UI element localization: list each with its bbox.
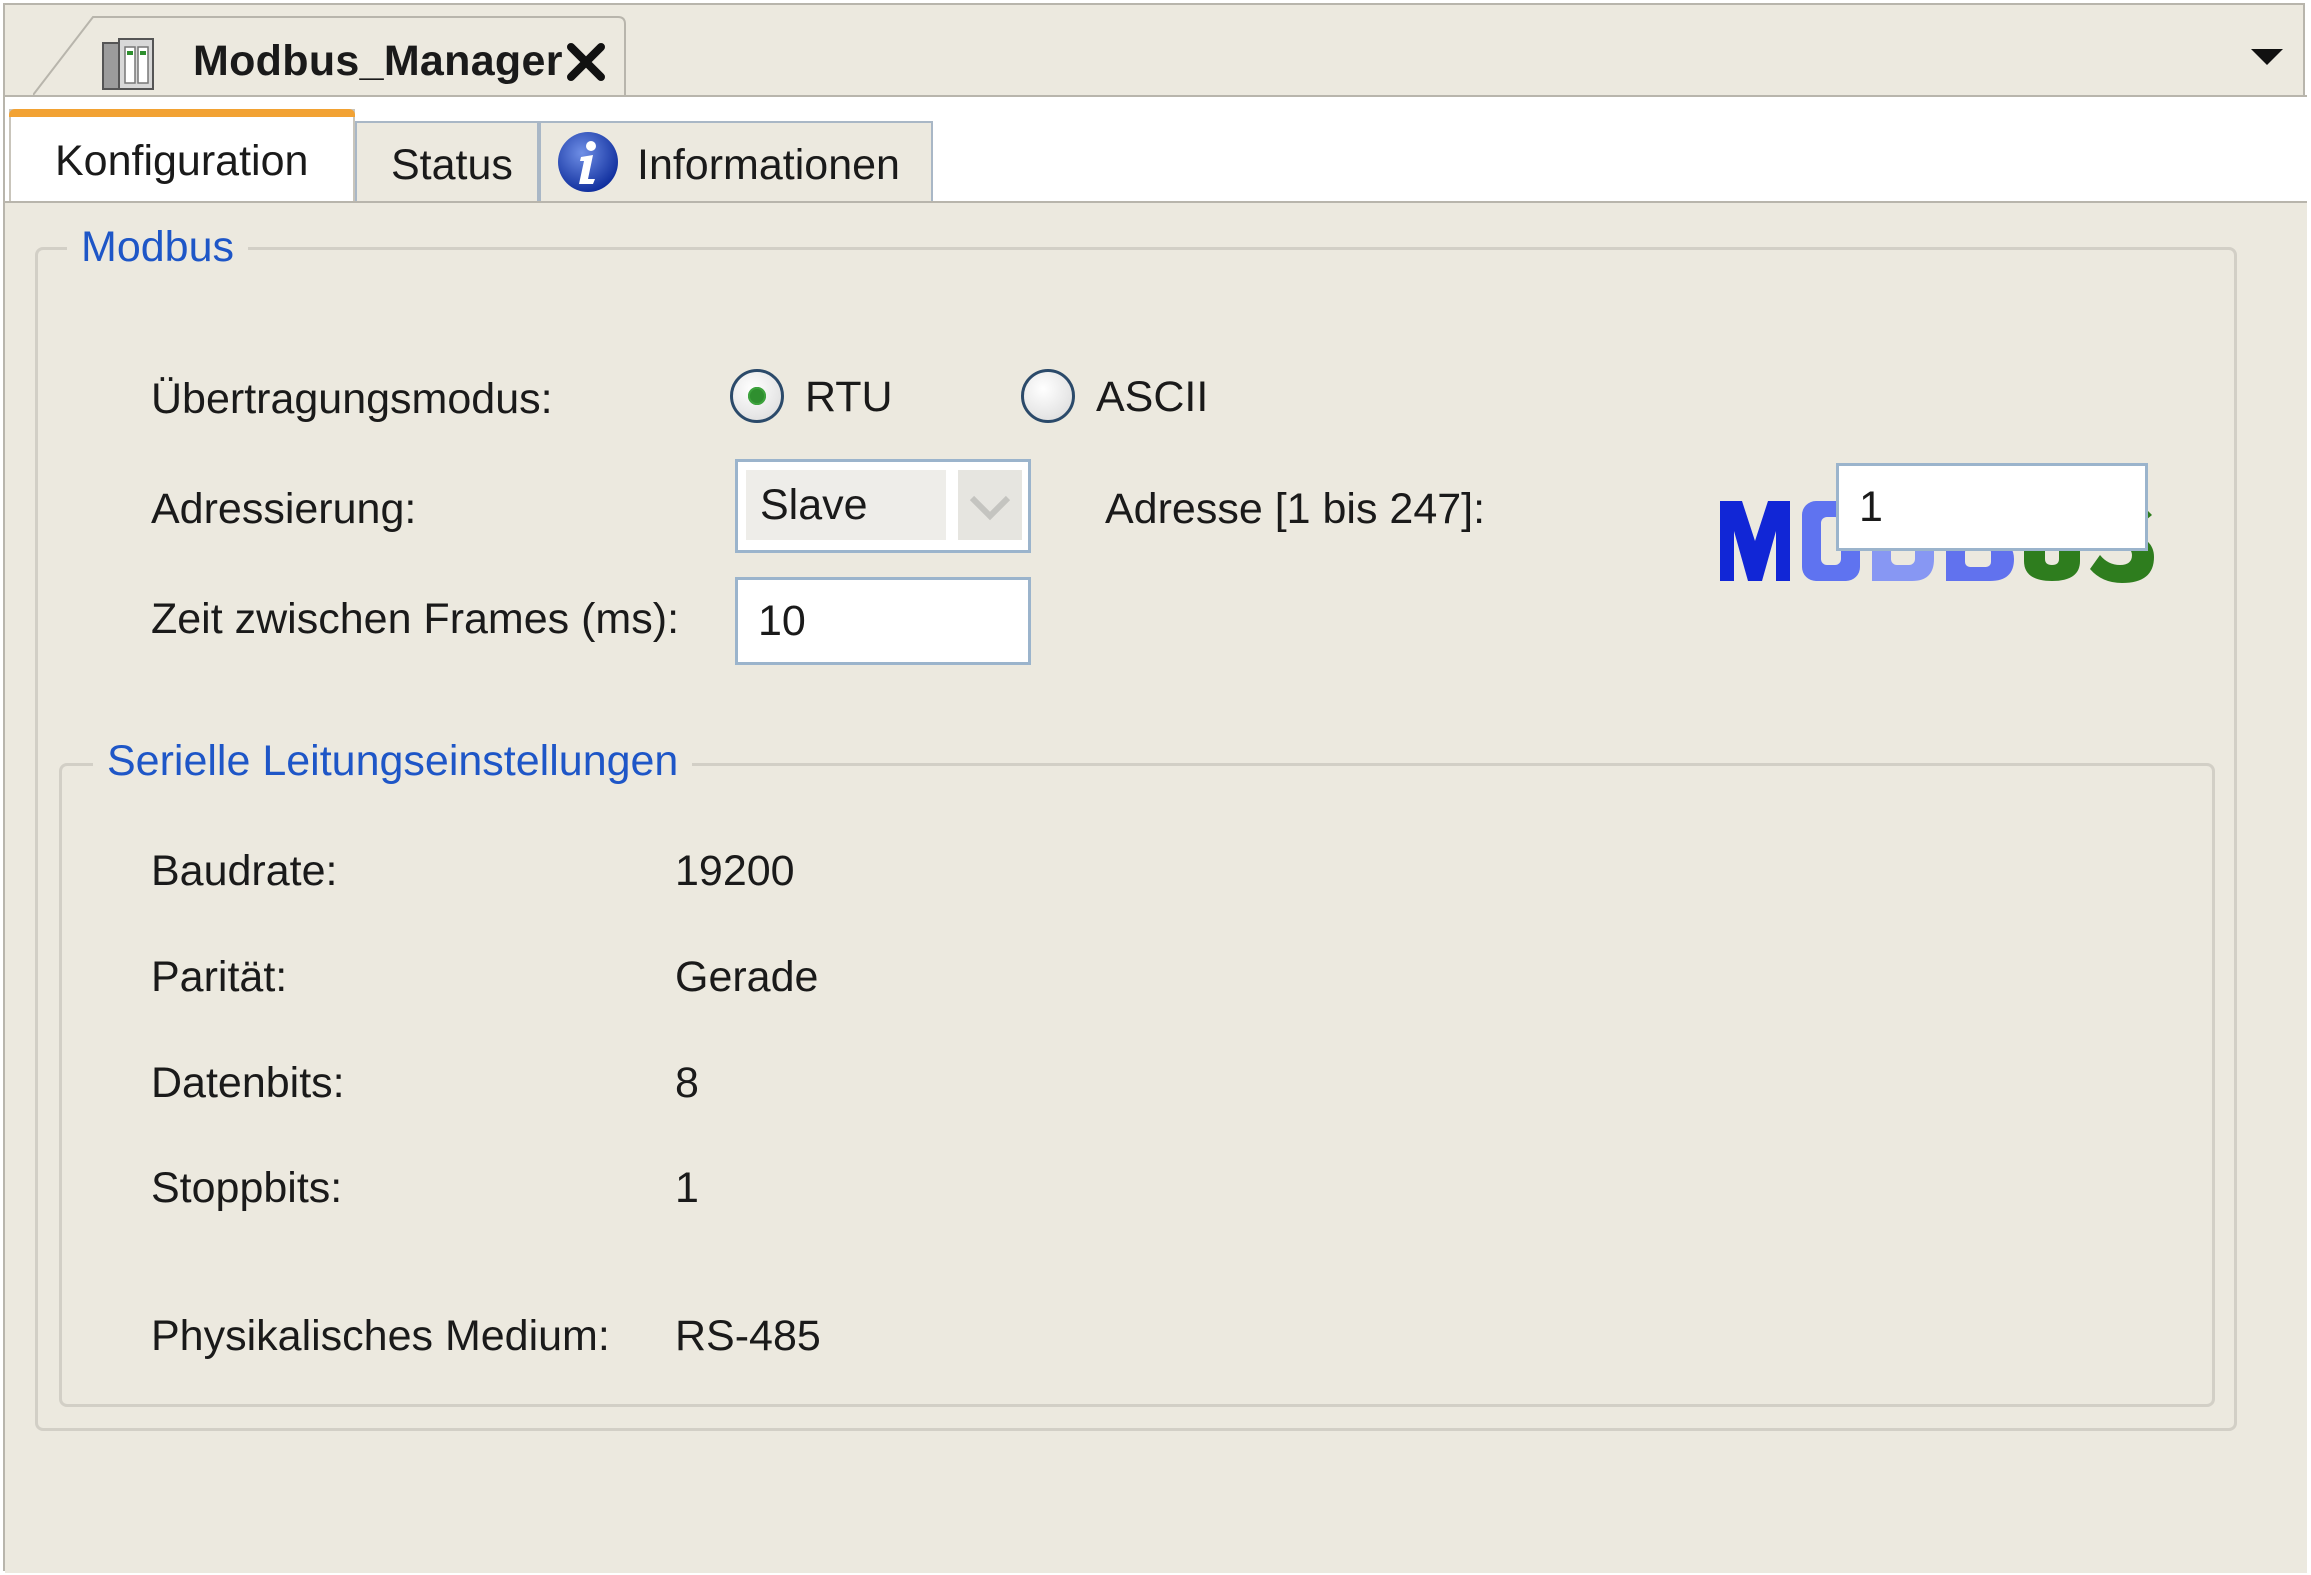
device-icon bbox=[101, 37, 157, 91]
chevron-down-icon[interactable] bbox=[2247, 43, 2287, 73]
modbus-group-legend: Modbus bbox=[67, 223, 248, 272]
serial-settings-legend: Serielle Leitungseinstellungen bbox=[93, 737, 693, 786]
radio-rtu-selected-dot bbox=[748, 387, 766, 405]
tab-status-label: Status bbox=[391, 141, 513, 189]
tab-informationen[interactable]: Informationen bbox=[539, 121, 933, 203]
radio-ascii[interactable] bbox=[1021, 369, 1075, 423]
document-tab[interactable]: Modbus_Manager bbox=[33, 15, 627, 97]
addressing-label: Adressierung: bbox=[151, 485, 417, 533]
frame-time-input[interactable]: 10 bbox=[735, 577, 1031, 665]
stop-bits-label: Stoppbits: bbox=[151, 1164, 343, 1212]
radio-rtu-label[interactable]: RTU bbox=[805, 373, 893, 422]
physical-medium-value: RS-485 bbox=[675, 1312, 821, 1360]
tab-informationen-label: Informationen bbox=[637, 141, 900, 189]
physical-medium-label: Physikalisches Medium: bbox=[151, 1312, 610, 1360]
document-title: Modbus_Manager bbox=[193, 37, 563, 85]
tab-konfiguration-label: Konfiguration bbox=[55, 137, 309, 185]
active-tab-indicator bbox=[9, 109, 355, 117]
addressing-select-value: Slave bbox=[746, 470, 946, 540]
stop-bits-value: 1 bbox=[675, 1164, 699, 1212]
radio-ascii-label[interactable]: ASCII bbox=[1096, 373, 1208, 422]
frame-time-label: Zeit zwischen Frames (ms): bbox=[151, 595, 680, 643]
radio-rtu[interactable] bbox=[730, 369, 784, 423]
info-icon bbox=[555, 129, 621, 195]
serial-settings-group bbox=[59, 763, 2215, 1407]
baudrate-label: Baudrate: bbox=[151, 847, 338, 895]
modbus-manager-editor: Modbus_Manager Konfiguration Status Info… bbox=[3, 3, 2307, 1573]
data-bits-label: Datenbits: bbox=[151, 1059, 345, 1107]
address-input[interactable]: 1 bbox=[1836, 463, 2148, 551]
document-tab-bar: Modbus_Manager bbox=[5, 5, 2307, 97]
baudrate-value: 19200 bbox=[675, 847, 795, 895]
tab-status[interactable]: Status bbox=[355, 121, 539, 203]
tab-konfiguration[interactable]: Konfiguration bbox=[9, 109, 355, 203]
configuration-panel: Modbus Übertragungsmodus: RTU ASCII Adre… bbox=[5, 203, 2307, 1573]
parity-value: Gerade bbox=[675, 953, 819, 1001]
chevron-down-icon[interactable] bbox=[958, 470, 1022, 540]
data-bits-value: 8 bbox=[675, 1059, 699, 1107]
transmission-mode-label: Übertragungsmodus: bbox=[151, 375, 553, 423]
parity-label: Parität: bbox=[151, 953, 288, 1001]
sub-tab-bar: Konfiguration Status Informationen bbox=[5, 97, 2307, 203]
close-icon[interactable] bbox=[561, 37, 611, 87]
addressing-select[interactable]: Slave bbox=[735, 459, 1031, 553]
address-label: Adresse [1 bis 247]: bbox=[1105, 485, 1486, 533]
